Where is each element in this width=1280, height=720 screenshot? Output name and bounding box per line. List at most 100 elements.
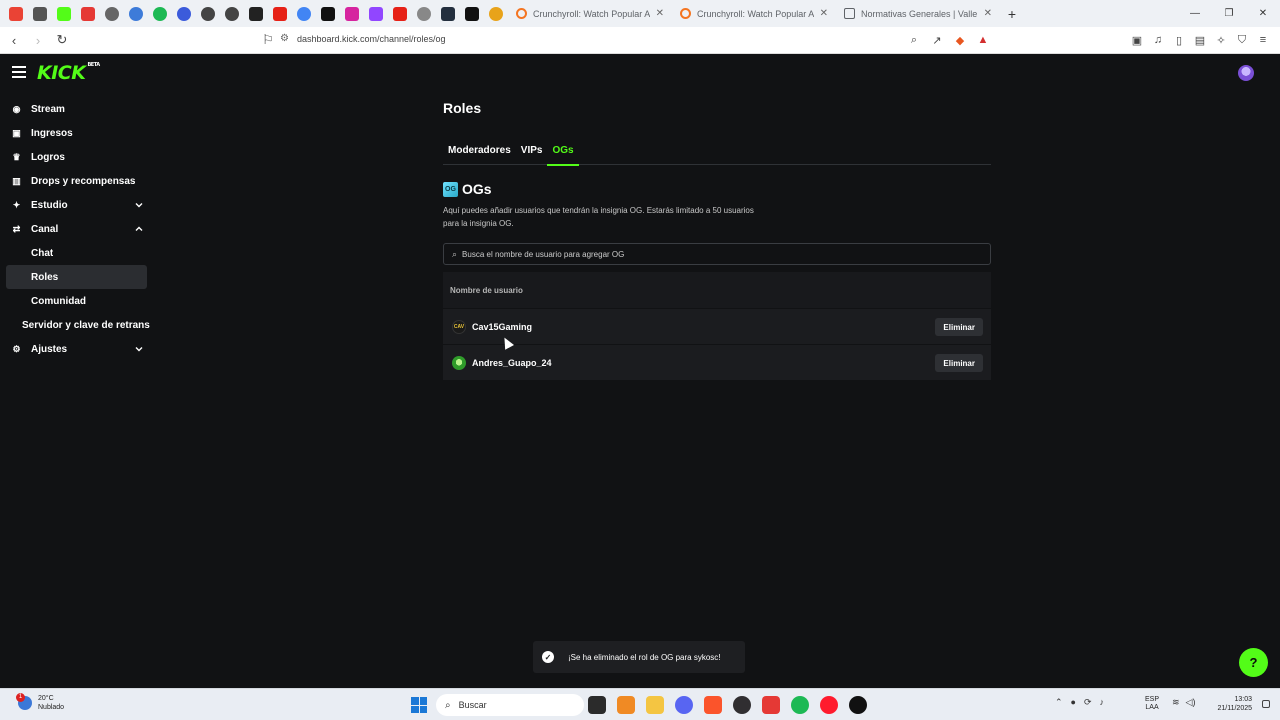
- opera-icon[interactable]: [820, 696, 838, 714]
- sidebar-item-label: Ajustes: [31, 343, 68, 355]
- sidebar-item-stream[interactable]: ◉ Stream: [0, 97, 155, 121]
- chevron-up-icon[interactable]: ⌃: [1055, 697, 1063, 708]
- eliminar-button[interactable]: Eliminar: [935, 318, 983, 336]
- discord-icon[interactable]: [675, 696, 693, 714]
- pinned-tab-2[interactable]: [28, 0, 52, 27]
- tray-app-icon[interactable]: ●: [1071, 697, 1076, 708]
- tab-2[interactable]: Normativas Generales | Valle Sagrado ✕: [836, 0, 1000, 27]
- screenshot-icon[interactable]: ▣: [1128, 31, 1146, 49]
- hamburger-menu-icon[interactable]: [12, 66, 26, 78]
- close-icon[interactable]: ✕: [820, 8, 828, 19]
- brave-icon[interactable]: [704, 696, 722, 714]
- task-view-icon[interactable]: [588, 696, 606, 714]
- sidebar-icon[interactable]: ▯: [1170, 31, 1188, 49]
- maximize-icon[interactable]: ❐: [1212, 0, 1246, 27]
- reload-icon[interactable]: ↻: [52, 30, 72, 50]
- og-search-field[interactable]: ⌕: [443, 243, 991, 265]
- file-explorer-icon[interactable]: [646, 696, 664, 714]
- new-tab-button[interactable]: +: [1000, 6, 1024, 22]
- user-avatar: [452, 355, 466, 370]
- pinned-tab-spotify[interactable]: [148, 0, 172, 27]
- pinned-tab-4[interactable]: [76, 0, 100, 27]
- zoom-icon[interactable]: ⌕: [905, 31, 923, 49]
- user-avatar[interactable]: [1238, 65, 1254, 81]
- pinned-tab-21[interactable]: [484, 0, 508, 27]
- app-icon-red[interactable]: [762, 696, 780, 714]
- sidebar-item-canal[interactable]: ⇄ Canal: [0, 217, 155, 241]
- vpn-icon[interactable]: ⛉: [1233, 31, 1251, 49]
- pinned-tab-messenger[interactable]: [172, 0, 196, 27]
- tab-ogs[interactable]: OGs: [547, 143, 579, 166]
- pinned-tab-twitch[interactable]: [364, 0, 388, 27]
- help-chat-button[interactable]: ?: [1239, 648, 1268, 677]
- tray-sync-icon[interactable]: ⟳: [1084, 697, 1092, 708]
- taskbar-apps: [588, 696, 867, 714]
- close-window-icon[interactable]: ✕: [1246, 0, 1280, 27]
- kick-logo[interactable]: KICK BETA: [37, 62, 100, 84]
- leo-ai-icon[interactable]: ✧: [1212, 31, 1230, 49]
- pinned-tab-10[interactable]: [220, 0, 244, 27]
- pinned-tab-18[interactable]: [412, 0, 436, 27]
- sidebar-item-chat[interactable]: Chat: [0, 241, 155, 265]
- menu-icon[interactable]: ≡: [1254, 31, 1272, 49]
- tab-0[interactable]: Crunchyroll: Watch Popular Anime, Pl ✕: [508, 0, 672, 27]
- pinned-tab-9[interactable]: [196, 0, 220, 27]
- tab-moderadores[interactable]: Moderadores: [443, 143, 516, 165]
- sidebar-item-comunidad[interactable]: Comunidad: [0, 289, 155, 313]
- close-icon[interactable]: ✕: [984, 8, 992, 19]
- notifications-icon[interactable]: [1262, 700, 1270, 708]
- language-indicator[interactable]: ESP LAA: [1145, 696, 1159, 712]
- pinned-tab-youtube-2[interactable]: [388, 0, 412, 27]
- chevron-down-icon: [135, 347, 143, 352]
- sidebar-item-ingresos[interactable]: ▣ Ingresos: [0, 121, 155, 145]
- pinned-tab-amazon[interactable]: [436, 0, 460, 27]
- brave-shield-icon[interactable]: ◆: [951, 31, 969, 49]
- spotify-icon[interactable]: [791, 696, 809, 714]
- tab-vips[interactable]: VIPs: [516, 143, 548, 165]
- channel-icon: ⇄: [12, 224, 21, 234]
- forward-icon[interactable]: ›: [28, 30, 48, 50]
- url-field[interactable]: ⚙ dashboard.kick.com/channel/roles/og: [280, 33, 446, 44]
- og-search-input[interactable]: [462, 249, 963, 259]
- pinned-tab-instagram[interactable]: [340, 0, 364, 27]
- windows-start-icon[interactable]: [411, 697, 427, 713]
- quick-settings[interactable]: ≋ ◁): [1172, 697, 1195, 708]
- pinned-tab-tiktok[interactable]: [316, 0, 340, 27]
- weather-temp: 20°C: [38, 695, 54, 702]
- sidebar-item-label: Estudio: [31, 199, 68, 211]
- sidebar-item-roles[interactable]: Roles: [6, 265, 147, 289]
- taskbar-search[interactable]: ⌕ Buscar: [436, 694, 584, 716]
- eliminar-button[interactable]: Eliminar: [935, 354, 983, 372]
- pinned-tab-youtube[interactable]: [268, 0, 292, 27]
- tab-title: Normativas Generales | Valle Sagrado: [861, 8, 978, 19]
- sidebar-item-ajustes[interactable]: ⚙ Ajustes: [0, 337, 155, 361]
- pinned-tab-20[interactable]: [460, 0, 484, 27]
- pinned-tab-11[interactable]: [244, 0, 268, 27]
- sidebar-item-drops[interactable]: ▥ Drops y recompensas: [0, 169, 155, 193]
- app-icon-orange[interactable]: [617, 696, 635, 714]
- sidebar-item-estudio[interactable]: ✦ Estudio: [0, 193, 155, 217]
- pinned-tab-5[interactable]: [100, 0, 124, 27]
- music-icon[interactable]: ♫: [1149, 31, 1167, 49]
- wallet-icon[interactable]: ▤: [1191, 31, 1209, 49]
- close-icon[interactable]: ✕: [656, 8, 664, 19]
- weather-widget[interactable]: 1 20°C Nublado: [16, 693, 64, 712]
- pinned-tab-13[interactable]: [292, 0, 316, 27]
- pinned-tab-gmail[interactable]: [4, 0, 28, 27]
- microphone-icon[interactable]: ♪: [1100, 697, 1105, 708]
- obs-icon[interactable]: [733, 696, 751, 714]
- bookmark-icon[interactable]: ⚐: [258, 30, 278, 50]
- pinned-tab-kick[interactable]: [52, 0, 76, 27]
- site-info-icon[interactable]: ⚙: [280, 33, 289, 44]
- taskbar-search-label: Buscar: [458, 700, 487, 710]
- minimize-icon[interactable]: —: [1178, 0, 1212, 27]
- logitech-icon[interactable]: [849, 696, 867, 714]
- back-icon[interactable]: ‹: [4, 30, 24, 50]
- sidebar-item-logros[interactable]: ♛ Logros: [0, 145, 155, 169]
- tab-1[interactable]: Crunchyroll: Watch Popular Anime, Pl ✕: [672, 0, 836, 27]
- sidebar-item-servidor[interactable]: Servidor y clave de retrans: [0, 313, 155, 337]
- clock[interactable]: 13:03 21/11/2025: [1208, 695, 1252, 713]
- brave-rewards-icon[interactable]: ▲: [974, 31, 992, 49]
- pinned-tab-6[interactable]: [124, 0, 148, 27]
- share-icon[interactable]: ↗: [928, 31, 946, 49]
